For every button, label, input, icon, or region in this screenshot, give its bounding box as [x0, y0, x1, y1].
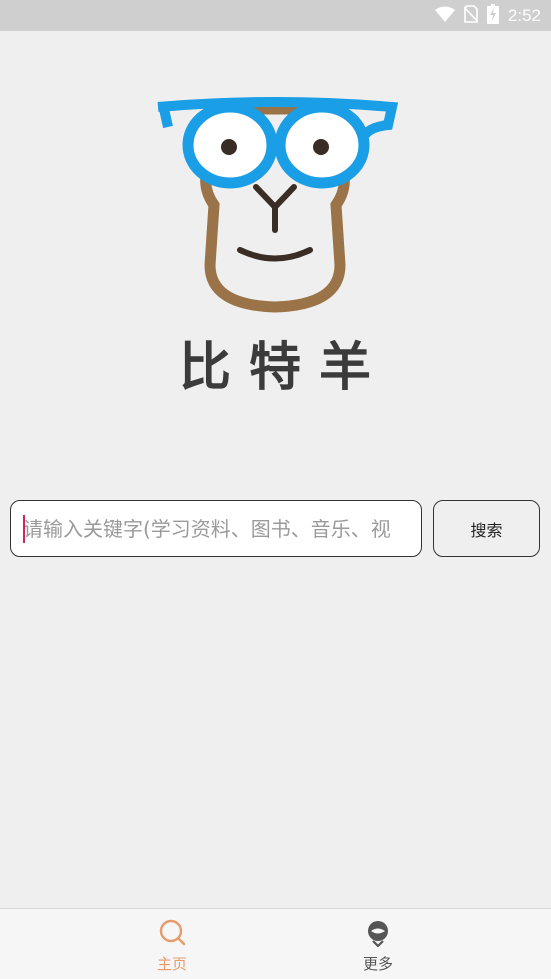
battery-charging-icon [486, 3, 499, 28]
sheep-with-glasses-logo [157, 97, 399, 313]
no-sim-icon [463, 4, 479, 27]
search-icon [158, 919, 186, 951]
more-icon [364, 919, 392, 951]
nav-item-home[interactable]: 主页 [132, 919, 212, 975]
bottom-nav: 主页 更多 [0, 908, 551, 979]
status-time: 2:52 [507, 5, 541, 25]
nav-label-more: 更多 [362, 955, 393, 973]
nav-label-home: 主页 [156, 955, 187, 973]
nav-item-more[interactable]: 更多 [338, 919, 418, 975]
text-cursor [23, 515, 25, 543]
status-icons: 2:52 [434, 0, 541, 31]
wifi-icon [434, 6, 455, 26]
search-box[interactable] [10, 500, 422, 557]
search-button[interactable]: 搜索 [433, 500, 540, 557]
app-name-logo-text: 比特羊 [178, 338, 389, 398]
search-input[interactable] [23, 501, 413, 556]
status-bar: 2:52 [0, 0, 551, 31]
